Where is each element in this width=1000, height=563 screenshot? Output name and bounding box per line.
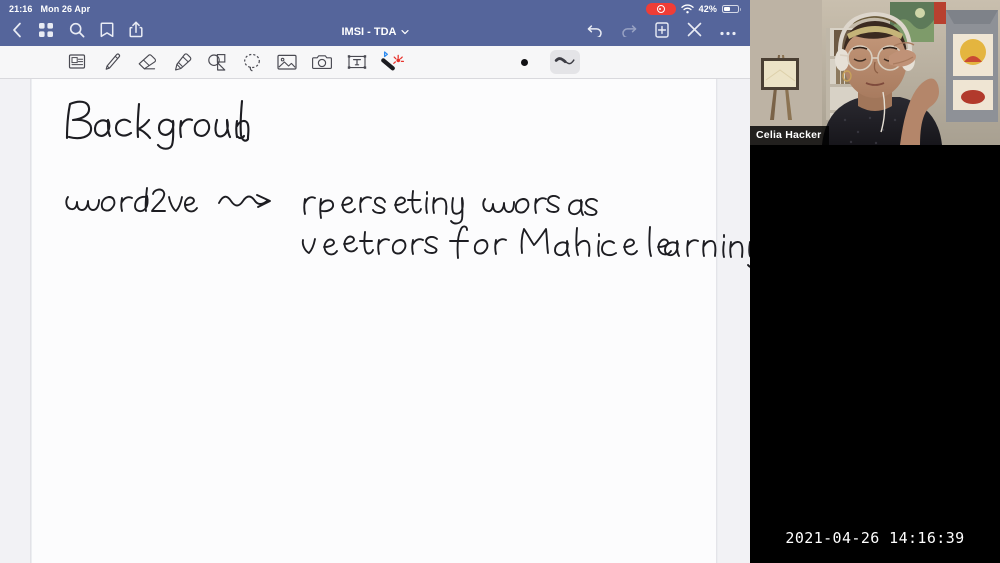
nav-bar-right-group	[587, 21, 750, 43]
page-layout-icon[interactable]	[62, 49, 92, 75]
video-conference-pane: Celia Hacker 2021-04-26 14:16:39	[750, 0, 1000, 563]
record-indicator-icon	[645, 3, 676, 15]
drawing-toolbar	[0, 46, 750, 79]
page-rail-left	[0, 79, 31, 563]
handwriting-term	[64, 184, 198, 220]
canvas-area[interactable]	[0, 79, 750, 563]
stylus-bluetooth-icon[interactable]	[377, 49, 407, 75]
note-page[interactable]	[32, 79, 750, 563]
status-bar-left: 21:16 Mon 26 Apr	[0, 4, 90, 14]
toolbar-tools-group	[0, 49, 407, 75]
color-swatch-button[interactable]	[521, 58, 528, 66]
nav-bar: IMSI - TDA	[0, 18, 750, 46]
nav-bar-left-group	[0, 21, 143, 43]
add-page-icon[interactable]	[655, 21, 669, 43]
note-app-pane: 21:16 Mon 26 Apr 42% IMSI - TDA	[0, 0, 750, 563]
participant-video-feed[interactable]: Celia Hacker	[750, 0, 1000, 145]
chevron-down-icon	[400, 29, 409, 35]
image-icon[interactable]	[272, 49, 302, 75]
share-icon[interactable]	[129, 21, 143, 43]
squiggly-arrow-icon	[217, 189, 282, 211]
camera-icon[interactable]	[307, 49, 337, 75]
lasso-icon[interactable]	[237, 49, 267, 75]
page-rail-right	[718, 79, 750, 563]
undo-icon[interactable]	[587, 23, 603, 42]
battery-percent: 42%	[698, 4, 717, 14]
pen-icon[interactable]	[97, 49, 127, 75]
back-icon[interactable]	[12, 22, 23, 43]
text-box-icon[interactable]	[342, 49, 372, 75]
recording-timestamp: 2021-04-26 14:16:39	[785, 529, 965, 547]
toolbar-style-group	[521, 50, 750, 74]
status-time: 21:16	[9, 4, 33, 14]
handwriting-heading	[60, 94, 250, 150]
status-bar-right: 42%	[645, 3, 750, 15]
highlighter-icon[interactable]	[167, 49, 197, 75]
document-title: IMSI - TDA	[341, 26, 397, 38]
search-icon[interactable]	[69, 22, 85, 43]
handwriting-definition-line-1	[300, 181, 598, 225]
eraser-icon[interactable]	[132, 49, 162, 75]
bookmark-icon[interactable]	[100, 22, 114, 43]
stroke-preview-icon[interactable]	[550, 50, 580, 74]
wifi-icon	[680, 4, 694, 14]
handwriting-definition-line-2	[300, 224, 750, 268]
battery-icon	[722, 5, 741, 13]
redo-icon[interactable]	[621, 23, 637, 42]
close-icon[interactable]	[687, 22, 702, 42]
shapes-icon[interactable]	[202, 49, 232, 75]
grid-view-icon[interactable]	[38, 22, 54, 43]
more-icon[interactable]	[720, 23, 736, 41]
status-bar: 21:16 Mon 26 Apr 42%	[0, 0, 750, 18]
screen-root: 21:16 Mon 26 Apr 42% IMSI - TDA Celia Ha…	[0, 0, 1000, 563]
participant-name-label: Celia Hacker	[750, 126, 830, 145]
status-date: Mon 26 Apr	[40, 4, 91, 14]
